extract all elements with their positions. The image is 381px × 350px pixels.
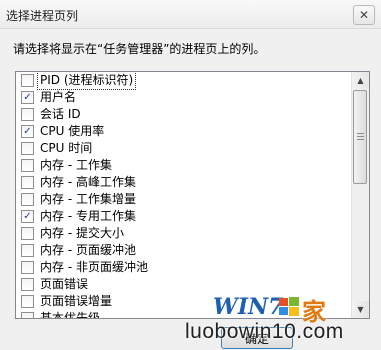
column-label: 页面错误 xyxy=(40,277,89,291)
column-label: 内存 - 提交大小 xyxy=(40,226,124,240)
checkbox[interactable] xyxy=(21,108,34,121)
list-item[interactable]: ✓ 用户名 xyxy=(16,89,352,106)
column-label: 用户名 xyxy=(40,90,77,104)
column-label: 内存 - 页面缓冲池 xyxy=(40,243,136,257)
checkbox[interactable] xyxy=(21,142,34,155)
column-label: CPU 时间 xyxy=(40,141,93,155)
checkbox[interactable] xyxy=(21,159,34,172)
list-item[interactable]: ✓ 内存 - 专用工作集 xyxy=(16,208,352,225)
column-label: 内存 - 非页面缓冲池 xyxy=(40,260,148,274)
scroll-up-arrow-icon[interactable]: ▲ xyxy=(352,72,369,89)
checkbox[interactable] xyxy=(21,193,34,206)
list-item[interactable]: 内存 - 工作集 xyxy=(16,157,352,174)
list-item[interactable]: 页面错误增量 xyxy=(16,293,352,310)
list-item[interactable]: ✓ CPU 使用率 xyxy=(16,123,352,140)
checkbox[interactable]: ✓ xyxy=(21,210,34,223)
grip-line xyxy=(357,136,364,137)
ok-button[interactable]: 确定 xyxy=(221,327,293,349)
vertical-scrollbar[interactable]: ▲ ▼ xyxy=(351,72,369,318)
grip-line xyxy=(357,139,364,140)
columns-list: PID (进程标识符) ✓ 用户名 会话 ID ✓ CPU 使用率 CPU 时间 内存 - 工… xyxy=(16,72,352,318)
list-item[interactable]: 内存 - 工作集增量 xyxy=(16,191,352,208)
column-label: 页面错误增量 xyxy=(40,294,113,308)
checkbox[interactable] xyxy=(21,278,34,291)
instruction-text: 请选择将显示在“任务管理器”的进程页上的列。 xyxy=(13,42,266,56)
scroll-down-arrow-icon[interactable]: ▼ xyxy=(352,301,369,318)
column-label: 内存 - 高峰工作集 xyxy=(40,175,136,189)
list-item[interactable]: 基本优先级 xyxy=(16,310,352,318)
grip-line xyxy=(357,133,364,134)
list-item[interactable]: 内存 - 页面缓冲池 xyxy=(16,242,352,259)
column-label: CPU 使用率 xyxy=(40,124,105,138)
column-label: 基本优先级 xyxy=(40,311,101,318)
list-item[interactable]: 会话 ID xyxy=(16,106,352,123)
list-item[interactable]: 页面错误 xyxy=(16,276,352,293)
checkbox[interactable] xyxy=(21,244,34,257)
columns-listbox[interactable]: PID (进程标识符) ✓ 用户名 会话 ID ✓ CPU 使用率 CPU 时间 内存 - 工… xyxy=(15,71,370,319)
list-item[interactable]: 内存 - 提交大小 xyxy=(16,225,352,242)
dialog-title: 选择进程页列 xyxy=(6,9,79,23)
column-label: 内存 - 专用工作集 xyxy=(40,209,136,223)
checkbox[interactable]: ✓ xyxy=(21,91,34,104)
column-label: 内存 - 工作集增量 xyxy=(40,192,136,206)
checkbox[interactable] xyxy=(21,261,34,274)
list-item[interactable]: 内存 - 高峰工作集 xyxy=(16,174,352,191)
title-bar: 选择进程页列 ✕ xyxy=(0,0,381,29)
checkbox[interactable] xyxy=(21,312,34,318)
checkbox[interactable]: ✓ xyxy=(21,125,34,138)
column-label: 内存 - 工作集 xyxy=(40,158,112,172)
checkbox[interactable] xyxy=(21,295,34,308)
list-item[interactable]: PID (进程标识符) xyxy=(16,72,352,90)
column-label: PID (进程标识符) xyxy=(36,72,137,90)
close-button[interactable]: ✕ xyxy=(353,5,375,25)
list-item[interactable]: 内存 - 非页面缓冲池 xyxy=(16,259,352,276)
close-icon: ✕ xyxy=(358,8,370,22)
checkbox[interactable] xyxy=(21,227,34,240)
scrollbar-thumb[interactable] xyxy=(353,90,367,184)
list-item[interactable]: CPU 时间 xyxy=(16,140,352,157)
checkbox[interactable] xyxy=(21,74,34,87)
checkbox[interactable] xyxy=(21,176,34,189)
column-label: 会话 ID xyxy=(40,107,81,121)
